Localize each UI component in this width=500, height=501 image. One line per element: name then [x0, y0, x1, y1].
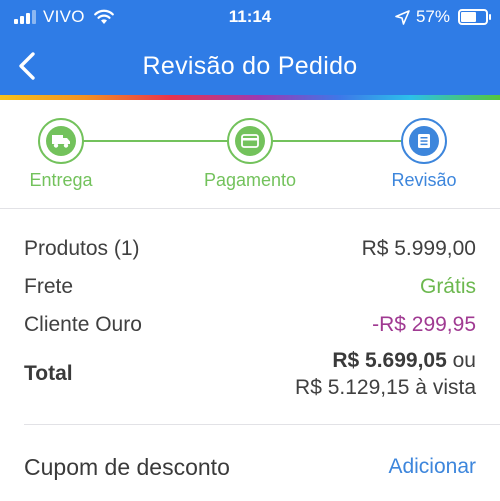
total-value-block: R$ 5.699,05 ou R$ 5.129,15 à vista [295, 347, 476, 401]
total-label: Total [24, 362, 73, 385]
step-label-pagamento: Pagamento [203, 170, 297, 190]
gold-client-discount: -R$ 299,95 [372, 313, 476, 336]
total-line: R$ 5.699,05 ou [295, 347, 476, 374]
step-pagamento[interactable] [227, 118, 273, 164]
shipping-value: Grátis [419, 275, 476, 298]
step-connector [271, 140, 403, 142]
total-or: ou [446, 349, 476, 372]
section-divider [0, 208, 500, 209]
step-dot [235, 126, 265, 156]
step-label-revisao: Revisão [391, 170, 457, 190]
step-label-entrega: Entrega [29, 170, 93, 190]
add-coupon-link[interactable]: Adicionar [388, 455, 476, 479]
status-right: 57% [395, 7, 491, 27]
list-icon [418, 134, 430, 148]
battery-icon [458, 9, 491, 25]
location-arrow-icon [395, 9, 410, 25]
shipping-label: Frete [24, 275, 74, 298]
step-dot [409, 126, 439, 156]
credit-card-icon [241, 134, 259, 148]
battery-percent: 57% [415, 7, 450, 26]
total-cash-price: R$ 5.129,15 à vista [295, 376, 476, 399]
total-value: R$ 5.699,05 [332, 349, 447, 372]
app-header: VIVO 11:14 57% Revisão do Pedido [0, 0, 500, 96]
products-value: R$ 5.999,00 [361, 237, 476, 260]
step-connector [83, 140, 229, 142]
battery-level [461, 12, 476, 22]
step-revisao[interactable] [401, 118, 447, 164]
gold-client-label: Cliente Ouro [24, 313, 142, 336]
navigation-bar: Revisão do Pedido [0, 40, 500, 92]
coupon-label: Cupom de desconto [24, 454, 230, 480]
page-title: Revisão do Pedido [142, 52, 358, 80]
section-divider [24, 424, 500, 425]
checkout-stepper: Entrega Pagamento Revisão [0, 100, 500, 208]
step-entrega[interactable] [38, 118, 84, 164]
step-dot [46, 126, 76, 156]
status-bar: VIVO 11:14 57% [0, 0, 500, 36]
products-label: Produtos (1) [24, 237, 140, 260]
truck-icon [52, 135, 70, 148]
